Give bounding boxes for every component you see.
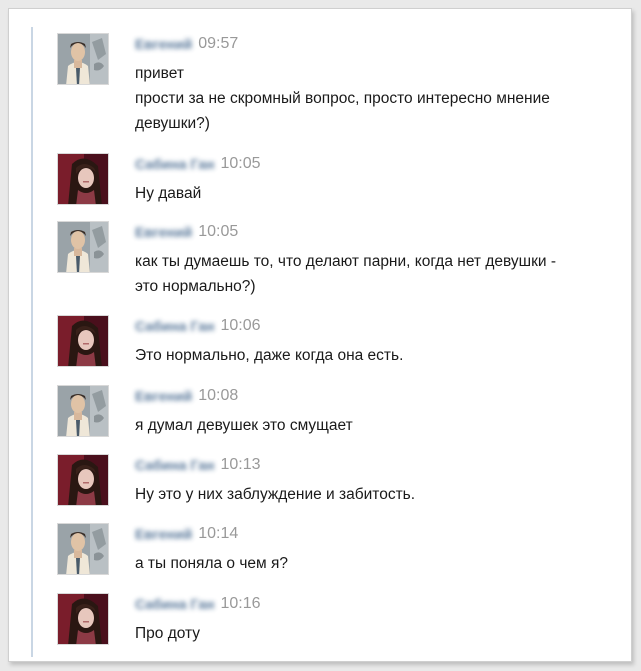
avatar[interactable] (57, 33, 109, 85)
message-time: 10:05 (220, 155, 261, 172)
message-header: Сабина Ган 10:13 (135, 456, 261, 474)
message-time: 10:05 (198, 223, 239, 240)
author-name[interactable]: Евгений (135, 526, 192, 542)
message-line: Ну это у них заблуждение и забитость. (135, 486, 416, 503)
message-line: Это нормально, даже когда она есть. (135, 347, 404, 364)
message-time: 09:57 (198, 35, 239, 52)
message-text: как ты думаешь то, что делают парни, ког… (135, 249, 631, 299)
message-time: 10:06 (220, 317, 261, 334)
message-line: как ты думаешь то, что делают парни, ког… (135, 253, 556, 270)
author-name[interactable]: Сабина Ган (135, 318, 214, 334)
message-time: 10:16 (220, 595, 261, 612)
message-header: Евгений 10:14 (135, 525, 238, 543)
message-line: Ну давай (135, 185, 202, 202)
message-header: Сабина Ган 10:06 (135, 317, 261, 335)
message-text: Ну это у них заблуждение и забитость. (135, 482, 631, 507)
chat-window: Евгений 09:57 привет прости за не скромный … (8, 8, 632, 662)
message-time: 10:13 (220, 456, 261, 473)
avatar[interactable] (57, 315, 109, 367)
author-name[interactable]: Евгений (135, 224, 192, 240)
message-text: Ну давай (135, 181, 631, 206)
avatar[interactable] (57, 593, 109, 645)
avatar[interactable] (57, 454, 109, 506)
message-line: прости за не скромный вопрос, просто инт… (135, 90, 550, 107)
message-header: Евгений 10:08 (135, 387, 238, 405)
author-name[interactable]: Сабина Ган (135, 596, 214, 612)
thread-line (31, 27, 33, 657)
message-line: девушки?) (135, 115, 210, 132)
message-header: Евгений 09:57 (135, 35, 238, 53)
avatar[interactable] (57, 523, 109, 575)
message-text: я думал девушек это смущает (135, 413, 631, 438)
author-name[interactable]: Евгений (135, 36, 192, 52)
avatar[interactable] (57, 385, 109, 437)
message-line: я думал девушек это смущает (135, 417, 353, 434)
message-line: привет (135, 65, 184, 82)
author-name[interactable]: Сабина Ган (135, 457, 214, 473)
message-text: а ты поняла о чем я? (135, 551, 631, 576)
message-header: Сабина Ган 10:16 (135, 595, 261, 613)
message-line: это нормально?) (135, 278, 256, 295)
message-line: а ты поняла о чем я? (135, 555, 289, 572)
author-name[interactable]: Сабина Ган (135, 156, 214, 172)
message-time: 10:08 (198, 387, 239, 404)
message-header: Сабина Ган 10:05 (135, 155, 261, 173)
author-name[interactable]: Евгений (135, 388, 192, 404)
message-time: 10:14 (198, 525, 239, 542)
avatar[interactable] (57, 221, 109, 273)
avatar[interactable] (57, 153, 109, 205)
message-header: Евгений 10:05 (135, 223, 238, 241)
message-text: Это нормально, даже когда она есть. (135, 343, 631, 368)
message-text: Про доту (135, 621, 631, 646)
message-line: Про доту (135, 625, 201, 642)
message-text: привет прости за не скромный вопрос, прос… (135, 61, 631, 136)
